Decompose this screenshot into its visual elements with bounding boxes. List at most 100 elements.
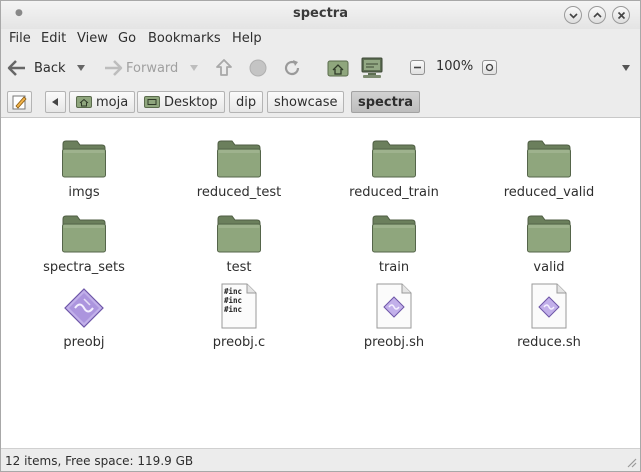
- title-bar[interactable]: ● spectra: [1, 1, 640, 29]
- triangle-down-icon: [77, 65, 85, 71]
- file-label: train: [378, 260, 410, 275]
- up-button[interactable]: [213, 56, 235, 80]
- c-source-preview: #inc#inc#inc: [224, 287, 242, 314]
- status-bar: 12 items, Free space: 119.9 GB: [1, 448, 640, 471]
- file-icon: [14, 281, 154, 329]
- file-label: preobj.c: [212, 335, 266, 350]
- breadcrumb: moja Desktop dip showcase spectra: [1, 85, 640, 118]
- back-history-dropdown[interactable]: [76, 56, 86, 80]
- file-icon: [14, 206, 154, 254]
- file-icon: [14, 131, 154, 179]
- file-icon: [324, 131, 464, 179]
- menu-bookmarks[interactable]: Bookmarks: [148, 31, 221, 46]
- menu-bar: File Edit View Go Bookmarks Help: [1, 29, 640, 51]
- desktop-folder-icon: [144, 96, 160, 108]
- file-item-preobj[interactable]: preobj: [14, 281, 154, 350]
- reload-button[interactable]: [281, 56, 303, 80]
- file-item-test[interactable]: test: [169, 206, 309, 275]
- close-icon: [617, 11, 626, 20]
- file-item-preobj-sh[interactable]: preobj.sh: [324, 281, 464, 350]
- breadcrumb-label: dip: [236, 94, 257, 110]
- reload-icon: [284, 60, 300, 76]
- breadcrumb-item-desktop[interactable]: Desktop: [137, 91, 225, 113]
- stop-button[interactable]: [247, 56, 269, 80]
- file-item-reduce-sh[interactable]: reduce.sh: [479, 281, 619, 350]
- menu-go[interactable]: Go: [118, 31, 136, 46]
- triangle-left-icon: [52, 98, 58, 106]
- breadcrumb-item-dip[interactable]: dip: [229, 91, 264, 113]
- triangle-down-icon: [622, 65, 630, 71]
- home-folder-icon: [76, 96, 92, 108]
- breadcrumb-item-showcase[interactable]: showcase: [267, 91, 345, 113]
- breadcrumb-label: spectra: [358, 94, 413, 110]
- folder-icon: [527, 215, 571, 253]
- file-item-reduced-test[interactable]: reduced_test: [169, 131, 309, 200]
- breadcrumb-label: Desktop: [164, 94, 218, 110]
- svg-text:#inc: #inc: [224, 296, 242, 305]
- back-arrow-icon: [7, 60, 25, 76]
- file-manager-window: ● spectra File Edit View Go Bookmarks He…: [0, 0, 641, 472]
- toolbar-overflow-button[interactable]: [621, 56, 631, 80]
- folder-icon: [217, 215, 261, 253]
- breadcrumb-item-spectra[interactable]: spectra: [351, 91, 420, 113]
- breadcrumb-scroll-left-button[interactable]: [45, 91, 66, 113]
- forward-history-dropdown[interactable]: [189, 56, 199, 80]
- file-icon: #inc #inc #inc: [169, 281, 309, 329]
- file-icon: [479, 131, 619, 179]
- file-label: valid: [533, 260, 565, 275]
- file-icon: [324, 281, 464, 329]
- file-item-spectra-sets[interactable]: spectra_sets: [14, 206, 154, 275]
- computer-button[interactable]: [360, 56, 384, 80]
- shell-script-icon: [531, 283, 567, 329]
- forward-button[interactable]: Forward: [101, 56, 178, 80]
- breadcrumb-item-moja[interactable]: moja: [69, 91, 136, 113]
- folder-icon: [217, 140, 261, 178]
- home-folder-icon: [327, 60, 349, 77]
- file-icon-view[interactable]: imgs reduced_test reduced_train reduced_val…: [1, 119, 640, 448]
- c-source-file-icon: #inc#inc#inc: [221, 283, 257, 329]
- file-icon: [479, 281, 619, 329]
- resize-grip-icon[interactable]: [625, 456, 637, 468]
- menu-edit[interactable]: Edit: [41, 31, 66, 46]
- file-item-valid[interactable]: valid: [479, 206, 619, 275]
- file-label: test: [226, 260, 252, 275]
- home-button[interactable]: [327, 56, 349, 80]
- file-icon: [169, 206, 309, 254]
- chevron-up-icon: [593, 12, 602, 18]
- file-item-reduced-valid[interactable]: reduced_valid: [479, 131, 619, 200]
- file-item-imgs[interactable]: imgs: [14, 131, 154, 200]
- zoom-normal-icon: [485, 63, 494, 72]
- breadcrumb-label: showcase: [274, 94, 338, 110]
- zoom-level: 100%: [436, 59, 474, 74]
- folder-icon: [372, 140, 416, 178]
- folder-icon: [62, 215, 106, 253]
- file-label: preobj: [63, 335, 105, 350]
- zoom-out-button[interactable]: [410, 60, 425, 75]
- close-button[interactable]: [612, 6, 630, 24]
- file-label: reduced_test: [196, 185, 282, 200]
- up-arrow-icon: [216, 59, 232, 76]
- edit-location-icon: [12, 95, 27, 109]
- file-icon: [479, 206, 619, 254]
- back-button[interactable]: Back: [7, 56, 66, 80]
- menu-help[interactable]: Help: [232, 31, 262, 46]
- file-label: spectra_sets: [43, 260, 125, 275]
- breadcrumb-label: moja: [96, 94, 129, 110]
- menu-file[interactable]: File: [9, 31, 31, 46]
- forward-arrow-icon: [105, 60, 123, 76]
- menu-view[interactable]: View: [77, 31, 108, 46]
- computer-icon: [361, 57, 383, 78]
- file-item-preobj-c[interactable]: #inc #inc #inc preobj.c: [169, 281, 309, 350]
- window-title: spectra: [293, 6, 348, 21]
- toggle-location-entry-button[interactable]: [7, 91, 32, 113]
- file-label: reduced_train: [349, 185, 439, 200]
- file-item-reduced-train[interactable]: reduced_train: [324, 131, 464, 200]
- file-item-train[interactable]: train: [324, 206, 464, 275]
- chevron-down-icon: [569, 13, 578, 19]
- minimize-button[interactable]: [564, 6, 582, 24]
- maximize-button[interactable]: [588, 6, 606, 24]
- folder-icon: [527, 140, 571, 178]
- triangle-down-icon: [190, 65, 198, 71]
- zoom-reset-button[interactable]: [482, 60, 497, 75]
- minus-icon: [414, 66, 421, 69]
